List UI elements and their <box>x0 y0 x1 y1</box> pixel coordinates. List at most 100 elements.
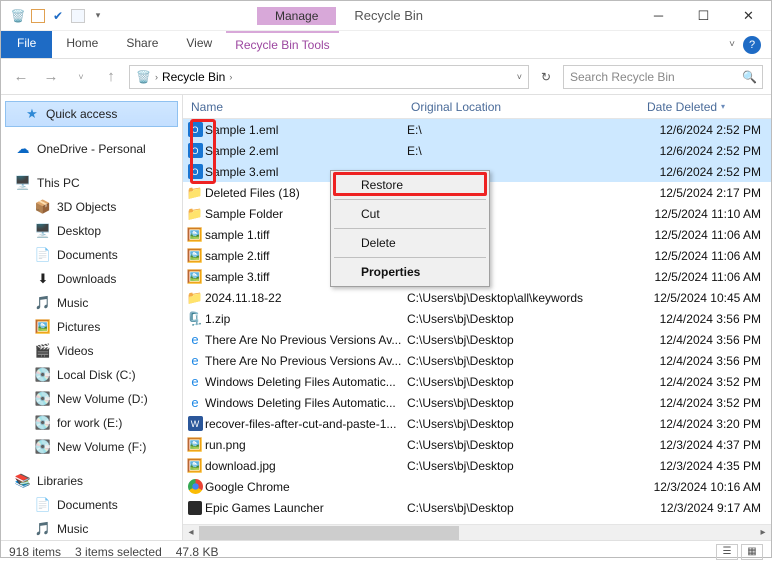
file-row[interactable]: 🖼️download.jpgC:\Users\bj\Desktop12/3/20… <box>183 455 771 476</box>
status-size: 47.8 KB <box>176 545 219 559</box>
file-icon: O <box>185 122 205 137</box>
refresh-button[interactable]: ↻ <box>535 66 557 88</box>
sidebar-label: 3D Objects <box>57 200 116 214</box>
qat-item[interactable] <box>31 9 45 23</box>
sidebar-label: Documents <box>57 248 118 262</box>
sidebar-item[interactable]: 💽New Volume (D:) <box>1 387 182 411</box>
file-row[interactable]: eThere Are No Previous Versions Av...C:\… <box>183 350 771 371</box>
column-date[interactable]: Date Deleted ▾ <box>643 100 771 114</box>
sidebar-icon: 🖼️ <box>35 319 51 335</box>
file-row[interactable]: 🖼️run.pngC:\Users\bj\Desktop12/3/2024 4:… <box>183 434 771 455</box>
ribbon-context-tab[interactable]: Manage <box>257 7 336 25</box>
sidebar-libraries[interactable]: 📚 Libraries <box>1 469 182 493</box>
file-date: 12/5/2024 10:45 AM <box>643 291 771 305</box>
file-location: C:\Users\bj\Desktop <box>407 459 643 473</box>
ctx-cut[interactable]: Cut <box>331 202 489 226</box>
column-location[interactable]: Original Location <box>407 100 643 114</box>
file-date: 12/4/2024 3:56 PM <box>643 333 771 347</box>
file-icon <box>185 479 205 494</box>
qat-item[interactable] <box>71 9 85 23</box>
sidebar-item[interactable]: 🎬Videos <box>1 339 182 363</box>
file-row[interactable]: eThere Are No Previous Versions Av...C:\… <box>183 329 771 350</box>
sidebar-item[interactable]: 🎵Music <box>1 517 182 540</box>
tab-file[interactable]: File <box>1 31 52 58</box>
search-icon: 🔍 <box>742 70 757 84</box>
ctx-restore[interactable]: Restore <box>331 173 489 197</box>
tab-view[interactable]: View <box>172 31 226 58</box>
sort-desc-icon: ▾ <box>721 102 725 111</box>
path-dropdown-icon[interactable]: ˅ <box>517 72 522 82</box>
tab-share[interactable]: Share <box>112 31 172 58</box>
scroll-thumb[interactable] <box>199 526 459 540</box>
sidebar-icon: 💽 <box>35 415 51 431</box>
sidebar-item[interactable]: 💽New Volume (F:) <box>1 435 182 459</box>
sidebar-thispc[interactable]: 🖥️ This PC <box>1 171 182 195</box>
minimize-button[interactable]: ─ <box>636 1 681 31</box>
sidebar-item[interactable]: ⬇Downloads <box>1 267 182 291</box>
forward-button[interactable]: → <box>39 65 63 89</box>
file-row[interactable]: OSample 2.emlE:\12/6/2024 2:52 PM <box>183 140 771 161</box>
column-name[interactable]: Name <box>183 100 407 114</box>
scroll-left-button[interactable]: ◂ <box>183 527 199 538</box>
file-location: C:\Users\bj\Desktop <box>407 375 643 389</box>
sidebar-item[interactable]: 🎵Music <box>1 291 182 315</box>
file-row[interactable]: 📁2024.11.18-22C:\Users\bj\Desktop\all\ke… <box>183 287 771 308</box>
path-box[interactable]: 🗑️ › Recycle Bin › ˅ <box>129 65 529 89</box>
horizontal-scrollbar[interactable]: ◂ ▸ <box>183 524 771 540</box>
tab-recycle-tools[interactable]: Recycle Bin Tools <box>226 31 339 58</box>
ctx-delete[interactable]: Delete <box>331 231 489 255</box>
sidebar-icon: 📄 <box>35 497 51 513</box>
file-icon: 🖼️ <box>185 269 205 285</box>
pc-icon: 🖥️ <box>15 175 31 191</box>
tab-home[interactable]: Home <box>52 31 112 58</box>
help-icon[interactable]: ? <box>743 36 761 54</box>
file-date: 12/3/2024 4:37 PM <box>643 438 771 452</box>
close-button[interactable]: ✕ <box>726 1 771 31</box>
file-row[interactable]: OSample 1.emlE:\12/6/2024 2:52 PM <box>183 119 771 140</box>
file-row[interactable]: Epic Games LauncherC:\Users\bj\Desktop12… <box>183 497 771 518</box>
sidebar-item[interactable]: 📄 Documents <box>1 243 182 267</box>
file-date: 12/4/2024 3:52 PM <box>643 375 771 389</box>
qat-dropdown-icon[interactable]: ▾ <box>89 7 107 25</box>
sidebar-item[interactable]: 💽Local Disk (C:) <box>1 363 182 387</box>
sidebar-item[interactable]: 🖥️Desktop <box>1 219 182 243</box>
ctx-separator <box>334 199 486 200</box>
file-location: C:\Users\bj\Desktop <box>407 438 643 452</box>
scroll-right-button[interactable]: ▸ <box>755 527 771 538</box>
file-row[interactable]: 🗜️1.zipC:\Users\bj\Desktop12/4/2024 3:56… <box>183 308 771 329</box>
sidebar-item[interactable]: 🖼️Pictures <box>1 315 182 339</box>
sidebar-item[interactable]: 💽for work (E:) <box>1 411 182 435</box>
ribbon-expand-icon[interactable]: ˅ <box>729 39 735 50</box>
file-location: C:\Users\bj\Desktop <box>407 354 643 368</box>
recycle-bin-icon: 🗑️ <box>136 70 151 84</box>
recent-dropdown[interactable]: ˅ <box>69 65 93 89</box>
sidebar-label: Music <box>57 522 88 536</box>
search-input[interactable]: Search Recycle Bin 🔍 <box>563 65 763 89</box>
scroll-track[interactable] <box>199 526 755 540</box>
view-tiles-button[interactable]: ▦ <box>741 544 763 560</box>
file-location: C:\Users\bj\Desktop <box>407 312 643 326</box>
file-name: There Are No Previous Versions Av... <box>205 354 407 368</box>
file-icon: 🖼️ <box>185 437 205 453</box>
view-details-button[interactable]: ☰ <box>716 544 738 560</box>
sidebar-label: Videos <box>57 344 93 358</box>
file-icon: 🖼️ <box>185 248 205 264</box>
file-row[interactable]: Google Chrome12/3/2024 10:16 AM <box>183 476 771 497</box>
ctx-properties[interactable]: Properties <box>331 260 489 284</box>
file-row[interactable]: eWindows Deleting Files Automatic...C:\U… <box>183 371 771 392</box>
sidebar-item[interactable]: 📦3D Objects <box>1 195 182 219</box>
file-icon: 📁 <box>185 185 205 201</box>
back-button[interactable]: ← <box>9 65 33 89</box>
sidebar-onedrive[interactable]: ☁ OneDrive - Personal <box>1 137 182 161</box>
sidebar-quick-access[interactable]: ★ Quick access <box>5 101 178 127</box>
file-row[interactable]: eWindows Deleting Files Automatic...C:\U… <box>183 392 771 413</box>
qat-check-icon[interactable]: ✔ <box>49 7 67 25</box>
maximize-button[interactable]: ☐ <box>681 1 726 31</box>
file-icon: e <box>185 374 205 390</box>
sidebar-icon: 🖥️ <box>35 223 51 239</box>
up-button[interactable]: ↑ <box>99 65 123 89</box>
file-row[interactable]: Wrecover-files-after-cut-and-paste-1...C… <box>183 413 771 434</box>
sidebar-label: Documents <box>57 498 118 512</box>
sidebar-icon: 📄 <box>35 247 51 263</box>
sidebar-item[interactable]: 📄 Documents <box>1 493 182 517</box>
